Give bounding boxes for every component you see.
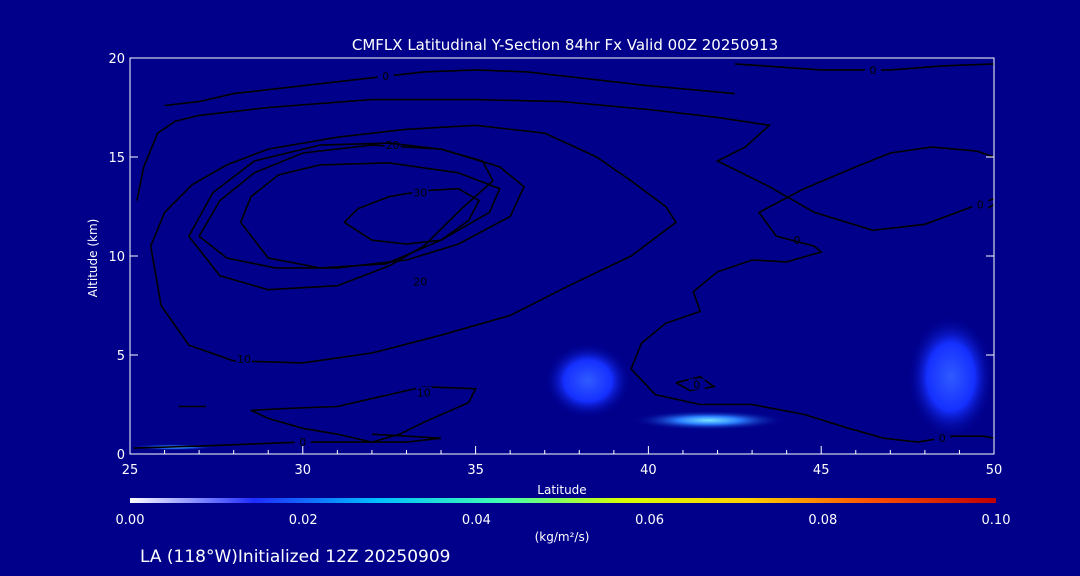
y-tick-label-1: 5 <box>117 349 125 364</box>
x-axis-ticks: 25 30 35 40 45 50 <box>122 446 1003 478</box>
contour-line-2 <box>136 98 994 232</box>
contour-label-13: 30 <box>413 187 427 200</box>
x-tick-label-2: 35 <box>467 463 484 478</box>
colorbar-tick-label-1: 0.02 <box>289 513 318 528</box>
x-axis-label: Latitude <box>537 483 586 497</box>
contour-line-9 <box>250 385 477 443</box>
contour-line-1 <box>734 63 994 71</box>
contour-label-6: 0 <box>693 379 700 392</box>
contour-label-8: 10 <box>237 353 251 366</box>
colorbar-tick-label-5: 0.10 <box>982 513 1011 528</box>
y-tick-label-4: 20 <box>108 52 125 67</box>
colorbar-tick-label-0: 0.00 <box>116 513 145 528</box>
contour-label-7: 0 <box>977 199 984 212</box>
x-tick-label-4: 45 <box>813 463 830 478</box>
colorbar-ticks: 0.00 0.02 0.04 0.06 0.08 0.10 <box>116 513 1011 528</box>
x-tick-label-1: 30 <box>295 463 312 478</box>
colorbar-tick-label-2: 0.04 <box>462 513 491 528</box>
contour-label-0: 0 <box>382 70 389 83</box>
colorbar-unit-label: (kg/m²/s) <box>535 530 590 544</box>
x-tick-label-3: 40 <box>640 463 657 478</box>
contour-line-13 <box>343 187 481 245</box>
cross-section-chart: CMFLX Latitudinal Y-Section 84hr Fx Vali… <box>86 36 1011 567</box>
colorbar-tick-label-4: 0.08 <box>808 513 837 528</box>
colorbar <box>130 498 996 503</box>
y-axis-ticks: 0 5 10 15 20 <box>108 52 994 463</box>
y-tick-label-3: 15 <box>108 151 125 166</box>
y-tick-label-2: 10 <box>108 250 125 265</box>
contour-label-10: 20 <box>386 139 400 152</box>
contour-label-11: 20 <box>413 276 427 289</box>
flux-region-2 <box>907 315 994 439</box>
flux-region-0 <box>544 343 632 419</box>
flux-region-1 <box>631 410 787 431</box>
shaded-flux-layer <box>130 315 994 451</box>
chart-title: CMFLX Latitudinal Y-Section 84hr Fx Vali… <box>352 36 778 54</box>
contour-label-3: 0 <box>939 432 946 445</box>
contour-label-1: 0 <box>870 64 877 77</box>
contour-line-12 <box>239 162 501 269</box>
footer-init-text: LA (118°W)Initialized 12Z 20250909 <box>140 547 450 567</box>
x-tick-label-0: 25 <box>122 463 139 478</box>
contour-label-9: 10 <box>417 387 431 400</box>
y-tick-label-0: 0 <box>117 448 125 463</box>
y-axis-label: Altitude (km) <box>86 219 100 298</box>
colorbar-tick-label-3: 0.06 <box>635 513 664 528</box>
x-tick-label-5: 50 <box>986 463 1003 478</box>
